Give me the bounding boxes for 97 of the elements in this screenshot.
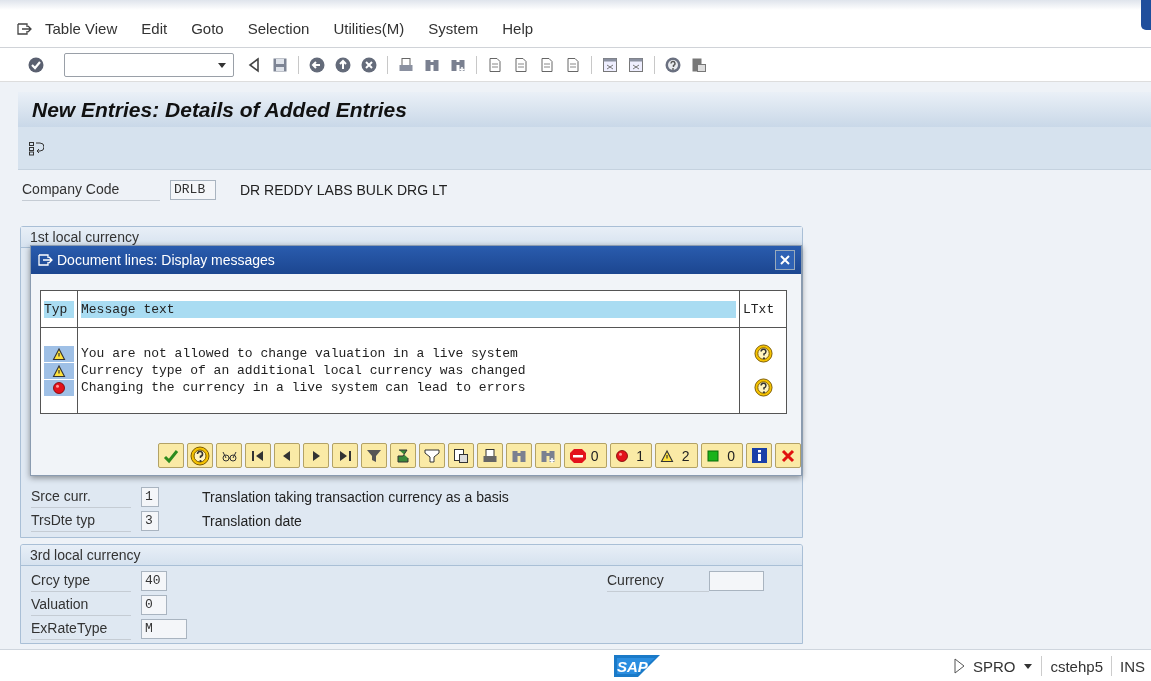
field-description: Translation date: [202, 513, 302, 529]
input-field[interactable]: M: [141, 619, 187, 639]
sort-button[interactable]: [419, 443, 445, 468]
dropdown-caret-icon[interactable]: [217, 60, 227, 69]
input-field[interactable]: 0: [141, 595, 167, 615]
first-page-icon[interactable]: [487, 56, 503, 73]
message-text: Changing the currency in a live system can lead to errors: [81, 380, 526, 395]
section-header: 3rd local currency: [21, 545, 802, 566]
last-page-icon[interactable]: [565, 56, 581, 73]
close-icon: [780, 447, 796, 464]
message-count-button[interactable]: 0: [564, 443, 607, 468]
warning-icon: [660, 448, 674, 463]
long-text-icon[interactable]: [753, 344, 773, 363]
info-icon: [750, 447, 768, 464]
shortcut-icon[interactable]: [628, 56, 644, 73]
field-label: Valuation: [31, 594, 131, 616]
column-header: Message text: [81, 300, 736, 318]
new-session-icon[interactable]: [602, 56, 618, 73]
message-count-button[interactable]: 2: [655, 443, 698, 468]
checkmark-icon: [163, 447, 179, 464]
next-button[interactable]: [303, 443, 329, 468]
message-text: You are not allowed to change valuation in a live system: [81, 346, 518, 361]
message-count-button[interactable]: 0: [700, 443, 743, 468]
help-bubble-icon: [190, 445, 210, 466]
success-square-icon: [705, 448, 720, 463]
long-text-icon[interactable]: [753, 378, 773, 397]
menu-item[interactable]: Help: [502, 20, 534, 37]
play-triangle-icon[interactable]: [952, 658, 965, 674]
last-button[interactable]: [332, 443, 358, 468]
help-icon[interactable]: [665, 56, 681, 73]
exit-menu-icon[interactable]: [16, 20, 32, 37]
back-triangle-icon[interactable]: [246, 56, 262, 73]
dropdown-caret-icon[interactable]: [1023, 662, 1034, 670]
sum-icon: [395, 447, 411, 464]
message-text: Currency type of an additional local currency was changed: [81, 363, 526, 378]
export-button[interactable]: [448, 443, 474, 468]
technical-info-button[interactable]: [216, 443, 242, 468]
help-button[interactable]: [187, 443, 213, 468]
menu-item[interactable]: Selection: [247, 20, 310, 37]
total-button[interactable]: [390, 443, 416, 468]
input-field[interactable]: 3: [141, 511, 159, 531]
field-label: Srce curr.: [31, 486, 131, 508]
print-button[interactable]: [477, 443, 503, 468]
error-icon: [614, 448, 629, 463]
screen-title: New Entries: Details of Added Entries: [32, 97, 407, 122]
printer-icon: [482, 447, 498, 464]
cancel-icon[interactable]: [361, 56, 377, 73]
previous-page-icon[interactable]: [513, 56, 529, 73]
first-button[interactable]: [245, 443, 271, 468]
field-label: ExRateType: [31, 618, 131, 640]
server-name: cstehp5: [1050, 657, 1103, 675]
column-header: Typ: [44, 300, 74, 318]
close-button[interactable]: [775, 250, 795, 270]
menu-item[interactable]: Utilities(M): [333, 20, 405, 37]
continue-button[interactable]: [158, 443, 184, 468]
field-description: DR REDDY LABS BULK DRG LT: [240, 182, 448, 198]
command-field[interactable]: [64, 52, 234, 77]
window-corner: [1141, 0, 1151, 30]
input-field[interactable]: 1: [141, 487, 159, 507]
info-button[interactable]: [746, 443, 772, 468]
cancel-button[interactable]: [775, 443, 801, 468]
menu-item[interactable]: Edit: [141, 20, 168, 37]
error-icon: [52, 380, 66, 395]
filter-button[interactable]: [361, 443, 387, 468]
input-field[interactable]: 40: [141, 571, 167, 591]
input-mode[interactable]: INS: [1120, 657, 1145, 675]
filter-icon: [366, 447, 382, 464]
menu-item[interactable]: Table View: [45, 20, 118, 37]
layout-icon[interactable]: [691, 56, 707, 73]
menu-item[interactable]: Goto: [191, 20, 224, 37]
close-icon: [779, 254, 791, 266]
printer-icon[interactable]: [398, 56, 414, 73]
input-field[interactable]: DRLB: [170, 180, 216, 200]
details-toggle-icon[interactable]: [28, 139, 44, 157]
column-header: LTxt: [743, 300, 776, 318]
transaction-code[interactable]: SPRO: [972, 657, 1016, 675]
warning-icon: [52, 346, 66, 361]
field-label: TrsDte typ: [31, 510, 131, 532]
next-page-icon[interactable]: [539, 56, 555, 73]
stop-sign-icon: [569, 447, 587, 464]
field-description: Translation taking transaction currency as a basis: [202, 489, 509, 505]
field-label: Company Code: [22, 179, 160, 201]
field-label: Crcy type: [31, 570, 131, 592]
find-next-button[interactable]: [535, 443, 561, 468]
funnel-icon: [424, 447, 440, 464]
sap-logo: SAP: [614, 655, 660, 678]
message-count-button[interactable]: 1: [609, 443, 652, 468]
find-button[interactable]: [506, 443, 532, 468]
warning-icon: [52, 363, 66, 378]
empty-input-field[interactable]: [709, 571, 764, 591]
menu-item[interactable]: System: [428, 20, 479, 37]
dialog-title: Document lines: Display messages: [57, 252, 275, 268]
exit-menu-icon[interactable]: [37, 252, 53, 268]
export-icon: [453, 447, 469, 464]
enter-check-icon[interactable]: [28, 56, 44, 73]
previous-button[interactable]: [274, 443, 300, 468]
save-icon[interactable]: [272, 56, 288, 73]
